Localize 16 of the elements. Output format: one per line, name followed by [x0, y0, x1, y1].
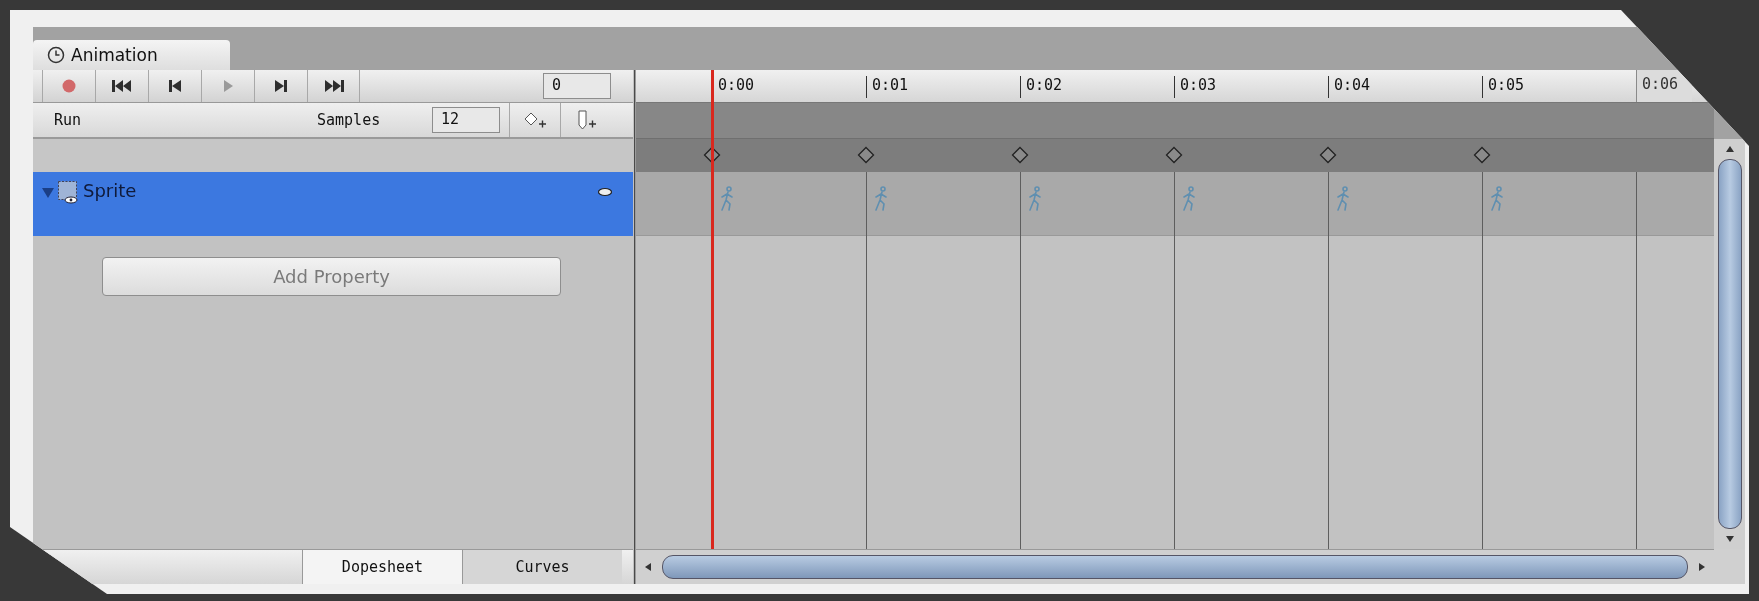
view-tab[interactable]: Dopesheet	[302, 550, 462, 584]
clip-name[interactable]: Run	[54, 111, 317, 129]
view-tab[interactable]: Curves	[462, 550, 622, 584]
time-label: 0:04	[1328, 76, 1374, 98]
time-label: 0:03	[1174, 76, 1220, 98]
samples-label: Samples	[317, 111, 382, 129]
track-name: Sprite	[83, 180, 138, 201]
animation-tab[interactable]: Animation	[33, 40, 230, 70]
frame-field[interactable]: 0	[543, 73, 611, 99]
time-label: 0:01	[866, 76, 912, 98]
track-row[interactable]: Sprite	[33, 172, 633, 236]
add-property-button[interactable]: Add Property	[102, 257, 561, 296]
time-label: 0:06	[1636, 70, 1693, 102]
time-label: 0:05	[1482, 76, 1528, 98]
time-label: 0:02	[1020, 76, 1066, 98]
samples-field[interactable]: 12	[432, 107, 500, 133]
